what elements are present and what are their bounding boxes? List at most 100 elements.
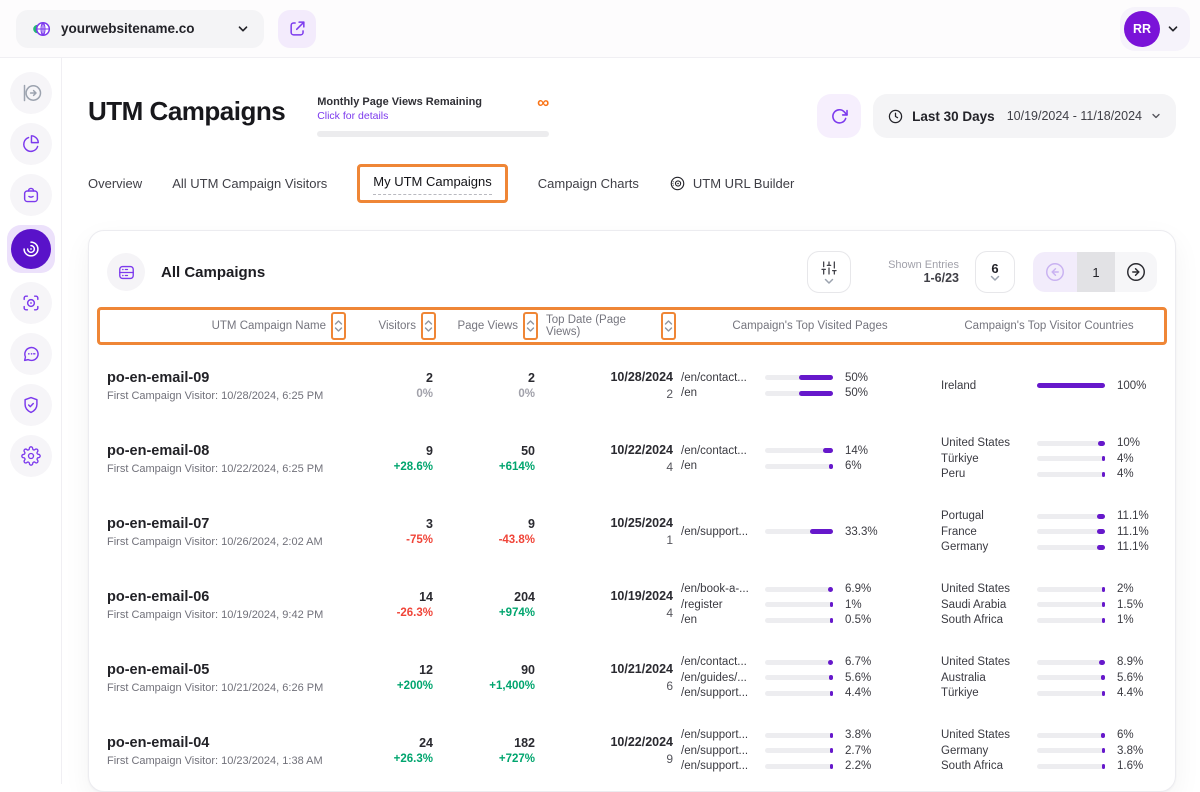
sort-icon [526,319,535,333]
stat-bar [765,448,833,453]
country-stat: Australia5.6% [941,672,1157,684]
infinity-value: ∞ [537,96,549,110]
sidebar-item-goals[interactable] [10,282,52,324]
campaign-name: po-en-email-07 [107,516,343,532]
sidebar-item-privacy[interactable] [10,384,52,426]
page-stat: /en6% [681,460,933,472]
stat-bar [765,764,833,769]
page-views-value: 204 [441,590,535,604]
shown-entries-value: 1-6/23 [873,271,959,285]
tab-utm-url-builder[interactable]: UTM URL Builder [669,175,794,192]
filter-button[interactable] [807,251,851,293]
tab-overview[interactable]: Overview [88,176,142,191]
page-stat: /en0.5% [681,614,933,626]
sort-button-top-date[interactable] [661,312,676,340]
stat-bar [1037,545,1105,550]
sliders-icon [821,260,837,276]
stat-bar [765,391,833,396]
table-row[interactable]: po-en-email-05 First Campaign Visitor: 1… [95,641,1169,714]
current-page[interactable]: 1 [1077,252,1115,292]
column-header-pages: Campaign's Top Visited Pages [684,320,936,332]
website-selector[interactable]: yourwebsitename.co [16,10,264,48]
visitors-value: 12 [351,663,433,677]
visitors-change: +28.6% [351,461,433,473]
campaign-name: po-en-email-04 [107,735,343,751]
page-size-select[interactable]: 6 [975,251,1015,293]
avatar: RR [1124,11,1160,47]
visitors-change: 0% [351,388,433,400]
sidebar-item-dashboard[interactable] [10,123,52,165]
page-stat: /en/support...3.8% [681,729,933,741]
chevron-down-icon [990,275,1000,282]
chat-bubble-icon [21,344,41,364]
column-header-visitors: Visitors [379,320,417,332]
table-row[interactable]: po-en-email-09 First Campaign Visitor: 1… [95,349,1169,422]
tab-my-utm-campaigns[interactable]: My UTM Campaigns [373,174,491,195]
user-menu[interactable]: RR [1120,7,1190,51]
top-date-views: 2 [543,387,673,401]
first-visitor: First Campaign Visitor: 10/21/2024, 6:26… [107,682,343,694]
page-views-value: 9 [441,517,535,531]
chevron-down-icon [236,22,250,36]
table-row[interactable]: po-en-email-07 First Campaign Visitor: 1… [95,495,1169,568]
sidebar-item-feedback[interactable] [10,333,52,375]
page-views-value: 50 [441,444,535,458]
visitors-value: 9 [351,444,433,458]
top-date-value: 10/22/2024 [543,735,673,749]
top-date-views: 9 [543,752,673,766]
external-link-icon [288,19,307,38]
top-pages: /en/contact...50% /en50% [681,368,933,403]
page-views-value: 182 [441,736,535,750]
visitors-change: +200% [351,680,433,692]
date-range-picker[interactable]: Last 30 Days 10/19/2024 - 11/18/2024 [873,94,1176,138]
stat-bar [765,660,833,665]
pie-chart-icon [21,134,41,154]
sort-button-name[interactable] [331,312,346,340]
page-views-change: 0% [441,388,535,400]
table-row[interactable]: po-en-email-06 First Campaign Visitor: 1… [95,568,1169,641]
table-row[interactable]: po-en-email-04 First Campaign Visitor: 1… [95,714,1169,787]
visitors-change: -75% [351,534,433,546]
first-visitor: First Campaign Visitor: 10/28/2024, 6:25… [107,390,343,402]
quota-progress-bar [317,131,549,137]
sort-button-visitors[interactable] [421,312,436,340]
top-date-views: 4 [543,460,673,474]
shield-check-icon [21,395,41,415]
tab-all-utm-campaign-visitors[interactable]: All UTM Campaign Visitors [172,176,327,191]
column-header-page-views: Page Views [457,320,518,332]
date-range-label: Last 30 Days [912,109,995,124]
sidebar-item-products[interactable] [10,174,52,216]
visitors-value: 3 [351,517,433,531]
sidebar-item-utm-campaigns[interactable] [7,225,55,273]
page-size-value: 6 [991,262,998,275]
prev-page-button[interactable] [1033,252,1077,292]
quota-details-link[interactable]: Click for details [317,110,482,122]
first-visitor: First Campaign Visitor: 10/23/2024, 1:38… [107,755,343,767]
tab-campaign-charts[interactable]: Campaign Charts [538,176,639,191]
page-stat: /en/contact...6.7% [681,656,933,668]
table-row[interactable]: po-en-email-08 First Campaign Visitor: 1… [95,422,1169,495]
collapse-sidebar-button[interactable] [10,72,52,114]
sidebar [0,58,62,784]
arrow-right-circle-icon [1125,261,1147,283]
sidebar-item-settings[interactable] [10,435,52,477]
visitors-change: +26.3% [351,753,433,765]
chevron-down-icon [1166,22,1180,36]
stat-bar [1037,441,1105,446]
page-views-value: 90 [441,663,535,677]
country-stat: Peru4% [941,468,1157,480]
chevron-down-icon [824,278,834,285]
country-stat: Türkiye4% [941,453,1157,465]
open-website-button[interactable] [278,10,316,48]
sort-button-page-views[interactable] [523,312,538,340]
page-stat: /en/support...2.7% [681,745,933,757]
refresh-button[interactable] [817,94,861,138]
stat-bar [765,618,833,623]
stat-bar [765,733,833,738]
next-page-button[interactable] [1115,252,1157,292]
country-stat: France11.1% [941,526,1157,538]
column-header-countries: Campaign's Top Visitor Countries [944,320,1154,332]
country-stat: Türkiye4.4% [941,687,1157,699]
arrow-left-circle-icon [1044,261,1066,283]
stat-bar [1037,748,1105,753]
